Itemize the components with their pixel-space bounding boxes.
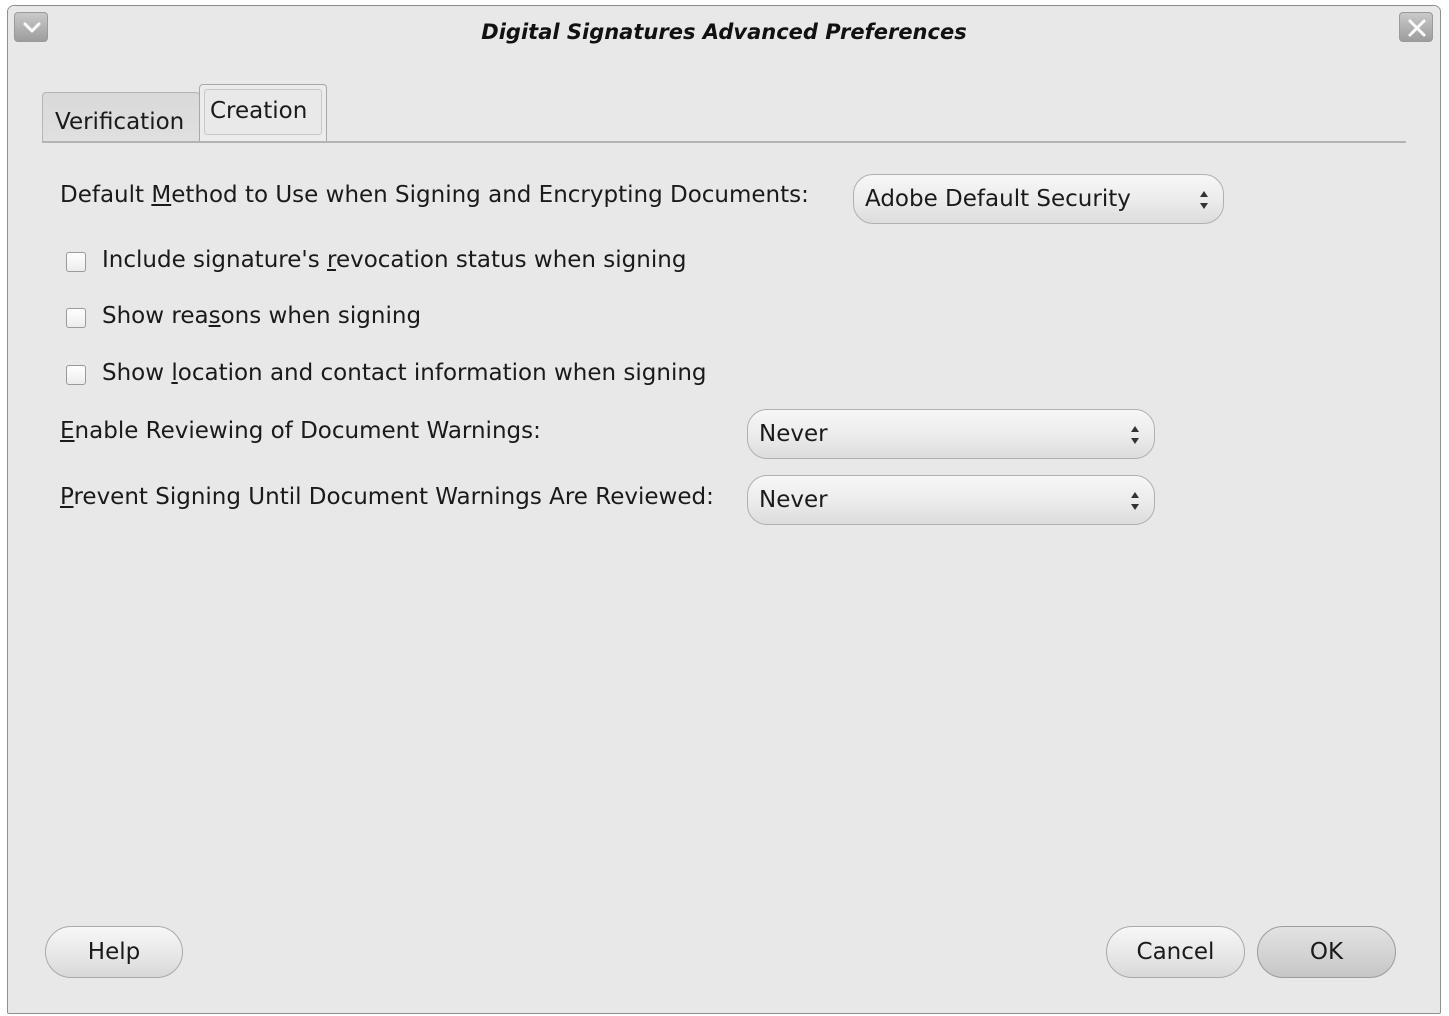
prevent-signing-select[interactable]: Never [747,475,1155,525]
default-method-select[interactable]: Adobe Default Security [853,174,1224,224]
help-button[interactable]: Help [45,926,183,978]
default-method-value: Adobe Default Security [865,186,1131,212]
prevent-signing-label: Prevent Signing Until Document Warnings … [60,484,714,510]
title-bar: Digital Signatures Advanced Preferences [8,6,1440,58]
up-down-arrows-icon [1200,191,1208,209]
up-down-arrows-icon [1131,426,1139,444]
dialog-window: Digital Signatures Advanced Preferences … [7,5,1441,1014]
ok-button[interactable]: OK [1257,926,1396,978]
show-reasons-label[interactable]: Show reasons when signing [102,303,421,329]
tab-verification-label: Verification [55,109,185,135]
enable-reviewing-label: Enable Reviewing of Document Warnings: [60,418,541,444]
show-location-checkbox[interactable] [66,365,86,385]
tab-divider [42,141,1406,143]
enable-reviewing-value: Never [759,421,828,447]
prevent-signing-value: Never [759,487,828,513]
enable-reviewing-select[interactable]: Never [747,409,1155,459]
window-close-button[interactable] [1399,12,1433,42]
tab-verification[interactable]: Verification [42,92,200,142]
up-down-arrows-icon [1131,492,1139,510]
revocation-status-label[interactable]: Include signature's revocation status wh… [102,247,686,273]
cancel-button[interactable]: Cancel [1106,926,1245,978]
close-icon [1408,19,1426,37]
tab-creation-label: Creation [204,89,322,135]
default-method-label: Default Method to Use when Signing and E… [60,182,809,208]
revocation-status-checkbox[interactable] [66,252,86,272]
show-location-label[interactable]: Show location and contact information wh… [102,360,707,386]
show-reasons-checkbox[interactable] [66,308,86,328]
window-title: Digital Signatures Advanced Preferences [481,20,967,44]
tab-creation[interactable]: Creation [199,84,327,142]
